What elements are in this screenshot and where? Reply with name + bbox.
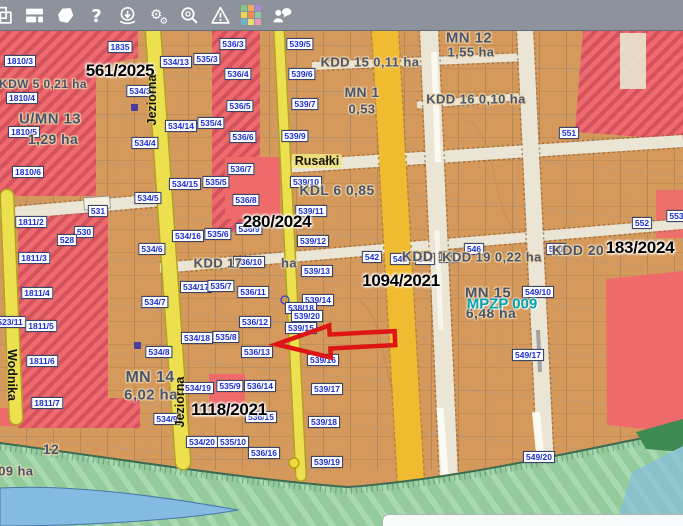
- search-icon[interactable]: [177, 3, 201, 27]
- layout-panels-icon[interactable]: [22, 3, 46, 27]
- download-icon[interactable]: [115, 3, 139, 27]
- building-symbol: [134, 342, 141, 349]
- help-icon[interactable]: ?: [84, 3, 108, 27]
- point-symbol-yellow: [289, 458, 299, 468]
- map-graphics: [0, 0, 683, 526]
- layers-icon[interactable]: [0, 3, 15, 27]
- toolbar-icon-group: ? ⚙⚙: [0, 3, 294, 27]
- user-comment-icon[interactable]: [270, 3, 294, 27]
- warning-icon[interactable]: [208, 3, 232, 27]
- toolbar: ? ⚙⚙: [0, 0, 683, 31]
- polygon-select-icon[interactable]: [53, 3, 77, 27]
- settings-icon[interactable]: ⚙⚙: [146, 3, 170, 27]
- svg-text:?: ?: [91, 5, 101, 25]
- legend-icon[interactable]: [239, 3, 263, 27]
- svg-text:⚙: ⚙: [159, 15, 167, 25]
- bottom-panel: [382, 514, 683, 526]
- building-symbol: [131, 104, 138, 111]
- map-application-window: 18351810/3534/13535/3536/3539/51810/4534…: [0, 0, 683, 526]
